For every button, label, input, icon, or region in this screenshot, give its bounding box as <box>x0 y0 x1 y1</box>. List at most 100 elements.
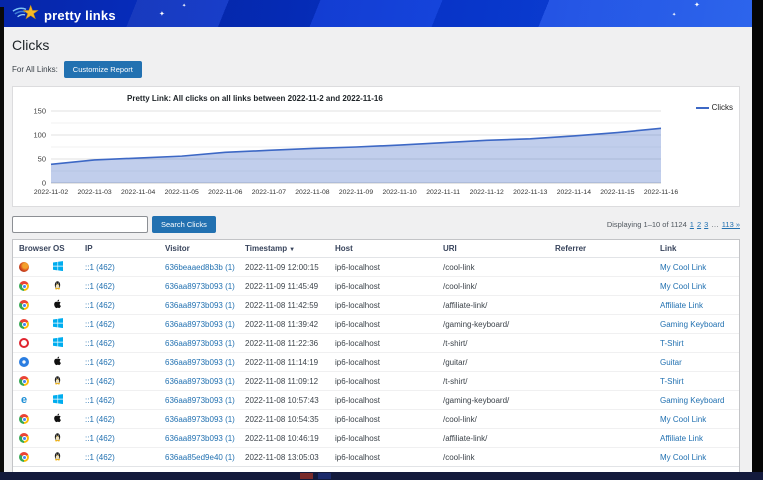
pretty-link[interactable]: T-Shirt <box>660 339 684 348</box>
clicks-table-wrap: BrowserOSIPVisitorTimestamp▼HostURIRefer… <box>12 239 740 472</box>
taskbar-strip <box>0 472 763 480</box>
svg-text:0: 0 <box>42 179 46 188</box>
visitor-link[interactable]: 636beaaed8b3b (1) <box>165 263 235 272</box>
pretty-link[interactable]: Guitar <box>660 358 682 367</box>
referrer-cell <box>549 334 654 353</box>
visitor-link[interactable]: 636aa8973b093 (1) <box>165 415 235 424</box>
ip-link[interactable]: ::1 (462) <box>85 358 115 367</box>
chrome-icon <box>19 300 29 310</box>
logo-text: pretty links <box>44 8 116 23</box>
linux-icon <box>53 280 62 292</box>
page-link-2[interactable]: 2 <box>697 220 701 229</box>
taskbar-item <box>300 473 313 479</box>
host-cell: ip6-localhost <box>329 448 437 467</box>
apple-icon <box>53 356 62 368</box>
filter-label: For All Links: <box>12 65 58 74</box>
svg-text:50: 50 <box>38 155 46 164</box>
column-header-visitor: Visitor <box>159 240 239 258</box>
uri-cell: /guitar/ <box>437 353 549 372</box>
safari-icon <box>19 357 29 367</box>
ip-link[interactable]: ::1 (462) <box>85 301 115 310</box>
pretty-link[interactable]: T-Shirt <box>660 377 684 386</box>
opera-icon <box>19 338 29 348</box>
legend-label: Clicks <box>712 103 733 112</box>
page-link-1[interactable]: 1 <box>690 220 694 229</box>
referrer-cell <box>549 429 654 448</box>
windows-icon <box>53 261 63 273</box>
ip-link[interactable]: ::1 (462) <box>85 453 115 462</box>
ip-link[interactable]: ::1 (462) <box>85 282 115 291</box>
ip-link[interactable]: ::1 (462) <box>85 434 115 443</box>
search-clicks-button[interactable]: Search Clicks <box>152 216 216 233</box>
chrome-icon <box>19 319 29 329</box>
click-row: ::1 (462)636aa8973b093 (1)2022-11-08 11:… <box>13 315 739 334</box>
sort-desc-icon: ▼ <box>289 247 295 253</box>
svg-text:2022-11-15: 2022-11-15 <box>600 189 634 196</box>
edge-icon: e <box>19 395 29 405</box>
svg-text:2022-11-07: 2022-11-07 <box>252 189 286 196</box>
visitor-link[interactable]: 636aa8973b093 (1) <box>165 282 235 291</box>
timestamp-cell: 2022-11-08 13:05:03 <box>239 448 329 467</box>
pretty-link[interactable]: My Cool Link <box>660 415 706 424</box>
apple-icon <box>53 299 62 311</box>
visitor-link[interactable]: 636aa8973b093 (1) <box>165 301 235 310</box>
browser-viewport: pretty links ✦ ✦ ✦ ✦ Clicks For All Link… <box>0 0 752 472</box>
click-row: ::1 (462)636aa8973b093 (1)2022-11-08 10:… <box>13 429 739 448</box>
timestamp-cell: 2022-11-09 12:00:15 <box>239 258 329 277</box>
last-page-link[interactable]: 113 » <box>722 220 740 229</box>
column-header-browser: Browser <box>13 240 47 258</box>
svg-text:150: 150 <box>33 107 46 116</box>
uri-cell: /t-shirt/ <box>437 372 549 391</box>
ip-link[interactable]: ::1 (462) <box>85 320 115 329</box>
pretty-link[interactable]: Affiliate Link <box>660 434 703 443</box>
host-cell: ip6-localhost <box>329 258 437 277</box>
referrer-cell <box>549 315 654 334</box>
visitor-link[interactable]: 636aa8973b093 (1) <box>165 377 235 386</box>
pretty-link[interactable]: My Cool Link <box>660 282 706 291</box>
page-link-3[interactable]: 3 <box>704 220 708 229</box>
visitor-link[interactable]: 636aa8973b093 (1) <box>165 358 235 367</box>
ip-link[interactable]: ::1 (462) <box>85 396 115 405</box>
pretty-link[interactable]: Affiliate Link <box>660 301 703 310</box>
ip-link[interactable]: ::1 (462) <box>85 263 115 272</box>
visitor-link[interactable]: 636aa8973b093 (1) <box>165 396 235 405</box>
pretty-link[interactable]: My Cool Link <box>660 263 706 272</box>
page-title: Clicks <box>12 37 740 53</box>
pretty-link[interactable]: Gaming Keyboard <box>660 320 724 329</box>
pretty-link[interactable]: Gaming Keyboard <box>660 396 724 405</box>
svg-text:2022-11-03: 2022-11-03 <box>77 189 111 196</box>
timestamp-cell: 2022-11-08 10:54:35 <box>239 410 329 429</box>
svg-text:2022-11-14: 2022-11-14 <box>557 189 591 196</box>
visitor-link[interactable]: 636aa85ed9e40 (1) <box>165 453 235 462</box>
windows-icon <box>53 318 63 330</box>
taskbar-item <box>318 473 331 479</box>
click-row: e::1 (462)636aa8973b093 (1)2022-11-08 10… <box>13 391 739 410</box>
chart-title: Pretty Link: All clicks on all links bet… <box>127 94 731 103</box>
customize-report-button[interactable]: Customize Report <box>64 61 142 78</box>
column-header-ip: IP <box>79 240 159 258</box>
visitor-link[interactable]: 636aa8973b093 (1) <box>165 339 235 348</box>
column-header-host: Host <box>329 240 437 258</box>
linux-icon <box>53 432 62 444</box>
referrer-cell <box>549 258 654 277</box>
host-cell: ip6-localhost <box>329 429 437 448</box>
referrer-cell <box>549 391 654 410</box>
clicks-table: BrowserOSIPVisitorTimestamp▼HostURIRefer… <box>13 240 739 472</box>
uri-cell: /cool-link <box>437 448 549 467</box>
pretty-link[interactable]: My Cool Link <box>660 453 706 462</box>
click-row: ::1 (462) 636aa8973b093 (1) 2022-11-08 10:… <box>13 410 739 429</box>
svg-text:2022-11-08: 2022-11-08 <box>295 189 329 196</box>
visitor-link[interactable]: 636aa8973b093 (1) <box>165 320 235 329</box>
visitor-link[interactable]: 636aa8973b093 (1) <box>165 434 235 443</box>
search-input[interactable] <box>12 216 148 233</box>
ip-link[interactable]: ::1 (462) <box>85 377 115 386</box>
svg-text:2022-11-10: 2022-11-10 <box>382 189 416 196</box>
ip-link[interactable]: ::1 (462) <box>85 339 115 348</box>
host-cell: ip6-localhost <box>329 353 437 372</box>
svg-text:2022-11-05: 2022-11-05 <box>165 189 199 196</box>
column-header-timestamp[interactable]: Timestamp▼ <box>239 240 329 258</box>
click-row: ::1 (462) 636aa85ed9e40 (1) 2022-11-08 13:… <box>13 448 739 467</box>
column-header-referrer: Referrer <box>549 240 654 258</box>
referrer-cell <box>549 372 654 391</box>
ip-link[interactable]: ::1 (462) <box>85 415 115 424</box>
